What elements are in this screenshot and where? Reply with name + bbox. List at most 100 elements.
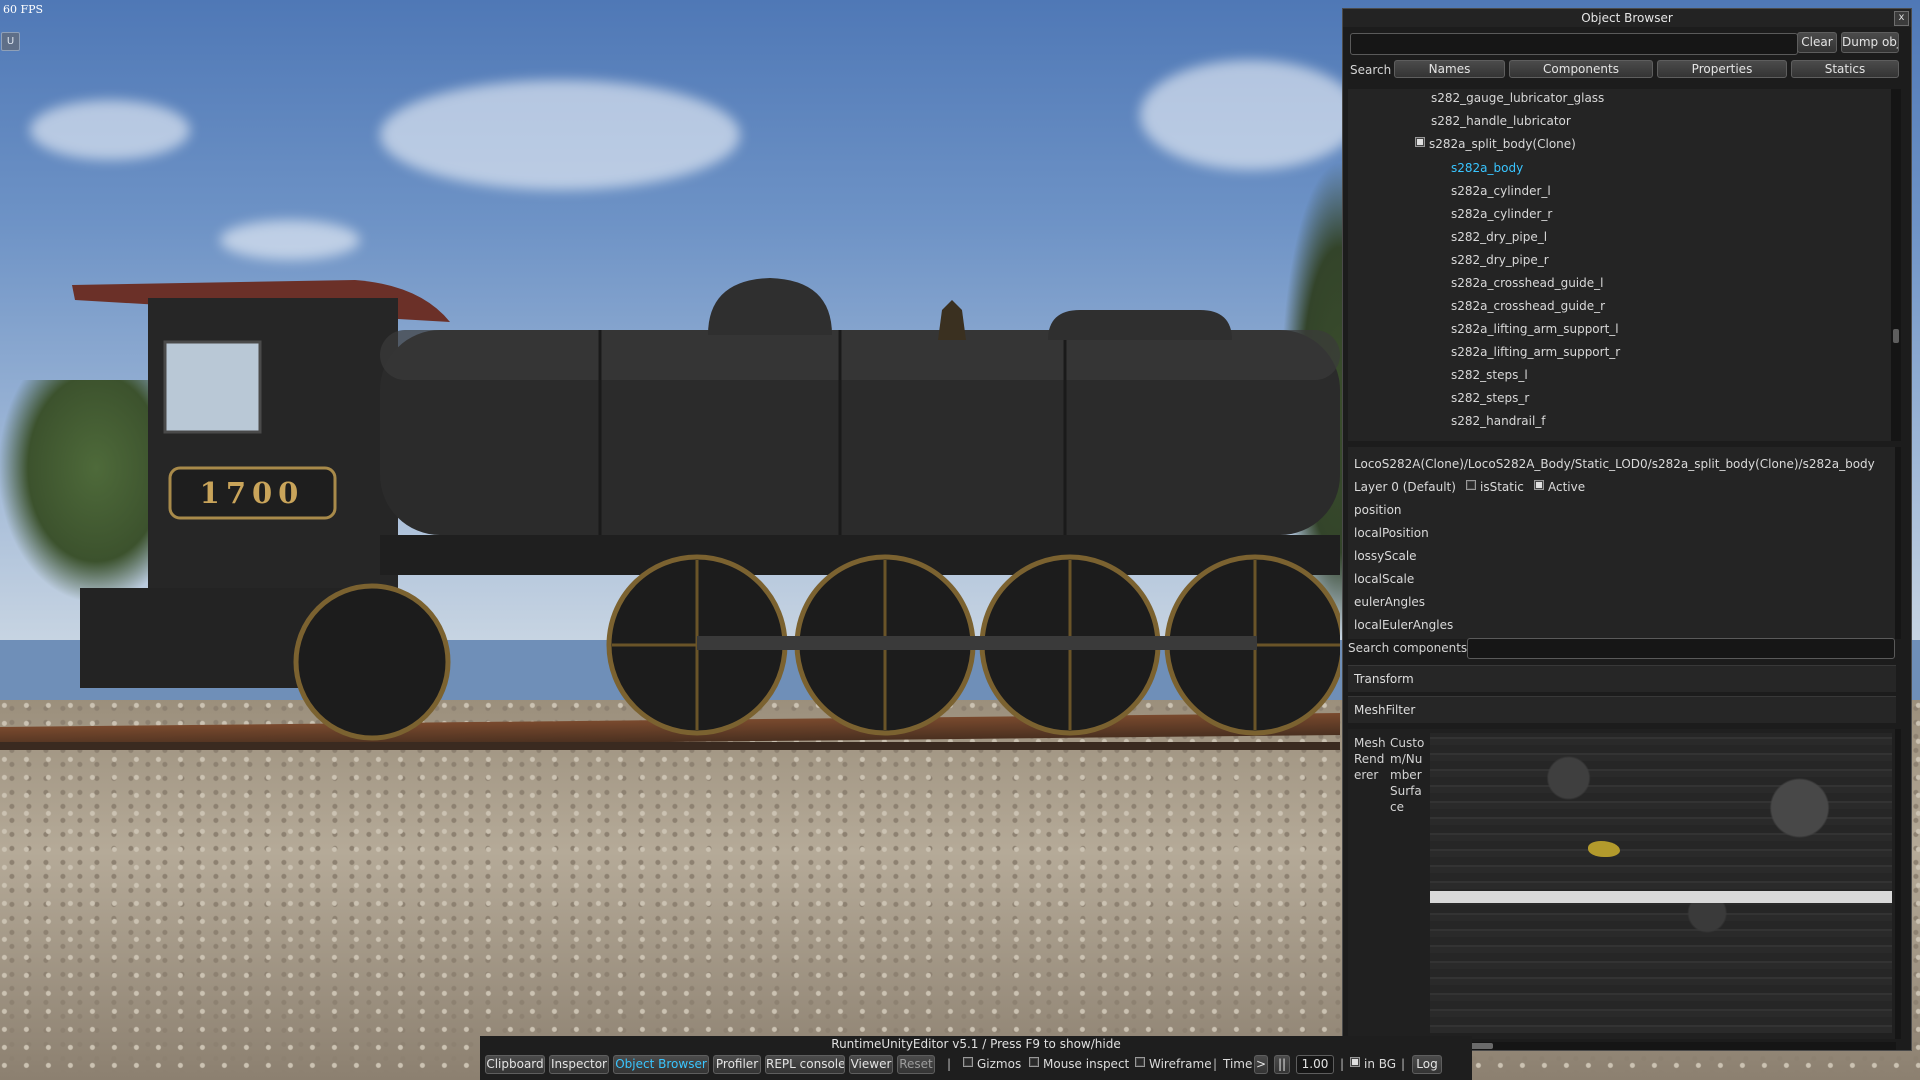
tree-item-label: s282_gauge_lubricator_glass (1431, 91, 1605, 105)
expand-toggle-icon[interactable] (1415, 137, 1425, 147)
mouse-inspect-label: Mouse inspect (1043, 1057, 1130, 1071)
editor-toolbar: RuntimeUnityEditor v5.1 / Press F9 to sh… (480, 1036, 1472, 1080)
tree-item-label: s282_handrail_f (1451, 414, 1546, 428)
checkbox-icon[interactable] (1466, 480, 1476, 490)
separator: | (947, 1057, 952, 1071)
inspector-button[interactable]: Inspector (549, 1055, 609, 1074)
dump-object-button[interactable]: Dump obj (1841, 32, 1899, 53)
label-line: erer (1354, 768, 1379, 782)
gizmos-label: Gizmos (977, 1057, 1022, 1071)
tree-scrollbar[interactable] (1891, 89, 1901, 441)
tree-item-expandable[interactable]: s282a_split_body(Clone) (1415, 137, 1576, 151)
mesh-renderer-component: Mesh Rend erer Custo m/Nu mber Surfa ce (1348, 729, 1896, 1039)
is-static-label: isStatic (1480, 480, 1524, 494)
tree-item-label: s282_dry_pipe_r (1451, 253, 1549, 267)
log-button[interactable]: Log (1412, 1055, 1442, 1074)
tree-item[interactable]: s282_steps_l (1451, 368, 1528, 382)
label-line: Surfa (1390, 784, 1422, 798)
filter-components-button[interactable]: Components (1509, 60, 1653, 78)
tree-item[interactable]: s282a_cylinder_l (1451, 184, 1551, 198)
filter-names-button[interactable]: Names (1394, 60, 1505, 78)
window-title[interactable]: Object Browser (1343, 9, 1911, 27)
texture-preview-image[interactable] (1430, 733, 1892, 1033)
tree-item[interactable]: s282a_crosshead_guide_r (1451, 299, 1605, 313)
filter-statics-button[interactable]: Statics (1791, 60, 1899, 78)
is-static-toggle[interactable]: isStatic (1466, 480, 1524, 494)
object-path: LocoS282A(Clone)/LocoS282A_Body/Static_L… (1354, 457, 1875, 471)
label-line: m/Nu (1390, 752, 1423, 766)
object-browser-window: Object Browser x Clear Dump obj Search N… (1342, 8, 1912, 1051)
profiler-button[interactable]: Profiler (713, 1055, 761, 1074)
in-bg-label: in BG (1364, 1057, 1397, 1071)
tree-item[interactable]: s282_dry_pipe_l (1451, 230, 1547, 244)
wireframe-toggle[interactable]: Wireframe (1135, 1057, 1212, 1071)
search-input[interactable] (1350, 33, 1798, 55)
hierarchy-tree[interactable]: s282_gauge_lubricator_glass s282_handle_… (1348, 89, 1896, 441)
property-row[interactable]: localEulerAngles (1354, 618, 1453, 632)
checkbox-icon[interactable] (963, 1057, 973, 1067)
search-components-input[interactable] (1467, 638, 1895, 659)
object-browser-button[interactable]: Object Browser (613, 1055, 709, 1074)
tree-item-label: s282_steps_r (1451, 391, 1530, 405)
tree-item-label: s282_dry_pipe_l (1451, 230, 1548, 244)
steam-locomotive: 1700 (72, 278, 1340, 741)
tree-item-label: s282a_lifting_arm_support_r (1451, 345, 1621, 359)
clear-button[interactable]: Clear (1797, 32, 1837, 53)
tree-item-label: s282a_cylinder_r (1451, 207, 1553, 221)
tree-item[interactable]: s282a_crosshead_guide_l (1451, 276, 1603, 290)
property-row[interactable]: localPosition (1354, 526, 1429, 540)
active-toggle[interactable]: Active (1534, 480, 1585, 494)
reset-button[interactable]: Reset (897, 1055, 935, 1074)
editor-title: RuntimeUnityEditor v5.1 / Press F9 to sh… (831, 1037, 1121, 1051)
mesh-renderer-label[interactable]: Mesh Rend erer (1354, 735, 1386, 783)
editor-toggle-button[interactable]: U (1, 32, 20, 51)
tree-item-label: s282a_crosshead_guide_r (1451, 299, 1606, 313)
tree-item[interactable]: s282a_cylinder_r (1451, 207, 1552, 221)
component-transform[interactable]: Transform (1348, 665, 1896, 692)
mouse-inspect-toggle[interactable]: Mouse inspect (1029, 1057, 1129, 1071)
in-bg-toggle[interactable]: in BG (1350, 1057, 1396, 1071)
tree-item[interactable]: s282_gauge_lubricator_glass (1431, 91, 1604, 105)
time-scale-input[interactable]: 1.00 (1296, 1055, 1334, 1074)
clipboard-button[interactable]: Clipboard (485, 1055, 545, 1074)
property-row[interactable]: position (1354, 503, 1402, 517)
search-components-label: Search components (1348, 641, 1468, 655)
tree-item[interactable]: s282_steps_r (1451, 391, 1529, 405)
viewer-button[interactable]: Viewer (849, 1055, 893, 1074)
tree-item-label: s282a_lifting_arm_support_l (1451, 322, 1619, 336)
label-line: Custo (1390, 736, 1425, 750)
pause-button[interactable]: || (1274, 1055, 1290, 1074)
close-icon[interactable]: x (1894, 11, 1909, 26)
details-scrollbar[interactable] (1895, 447, 1901, 639)
time-label: Time (1223, 1057, 1253, 1071)
time-step-button[interactable]: > (1254, 1055, 1268, 1074)
separator: | (1213, 1057, 1218, 1071)
tree-item-label: s282a_crosshead_guide_l (1451, 276, 1604, 290)
checkbox-icon[interactable] (1029, 1057, 1039, 1067)
tree-item-label: s282a_cylinder_l (1451, 184, 1551, 198)
tree-item[interactable]: s282a_lifting_arm_support_l (1451, 322, 1619, 336)
checkbox-icon[interactable] (1350, 1057, 1360, 1067)
separator: | (1340, 1057, 1345, 1071)
loco-number-plate: 1700 (200, 476, 305, 510)
tree-item[interactable]: s282_handrail_f (1451, 414, 1546, 428)
property-row[interactable]: localScale (1354, 572, 1414, 586)
tree-scrollbar-thumb[interactable] (1893, 329, 1899, 343)
checkbox-icon[interactable] (1135, 1057, 1145, 1067)
renderer-scrollbar[interactable] (1895, 729, 1901, 1039)
gizmos-toggle[interactable]: Gizmos (963, 1057, 1021, 1071)
tree-item[interactable]: s282_handle_lubricator (1431, 114, 1571, 128)
tree-item[interactable]: s282a_lifting_arm_support_r (1451, 345, 1620, 359)
material-shader-label[interactable]: Custo m/Nu mber Surfa ce (1390, 735, 1424, 815)
fps-counter: 60 FPS (3, 3, 44, 16)
separator: | (1401, 1057, 1406, 1071)
filter-properties-button[interactable]: Properties (1657, 60, 1787, 78)
property-row[interactable]: eulerAngles (1354, 595, 1425, 609)
repl-console-button[interactable]: REPL console (765, 1055, 845, 1074)
checkbox-icon[interactable] (1534, 480, 1544, 490)
tree-item-label: s282a_split_body(Clone) (1429, 137, 1576, 151)
tree-item[interactable]: s282_dry_pipe_r (1451, 253, 1549, 267)
property-row[interactable]: lossyScale (1354, 549, 1417, 563)
tree-item-selected[interactable]: s282a_body (1451, 161, 1523, 175)
component-meshfilter[interactable]: MeshFilter (1348, 696, 1896, 723)
